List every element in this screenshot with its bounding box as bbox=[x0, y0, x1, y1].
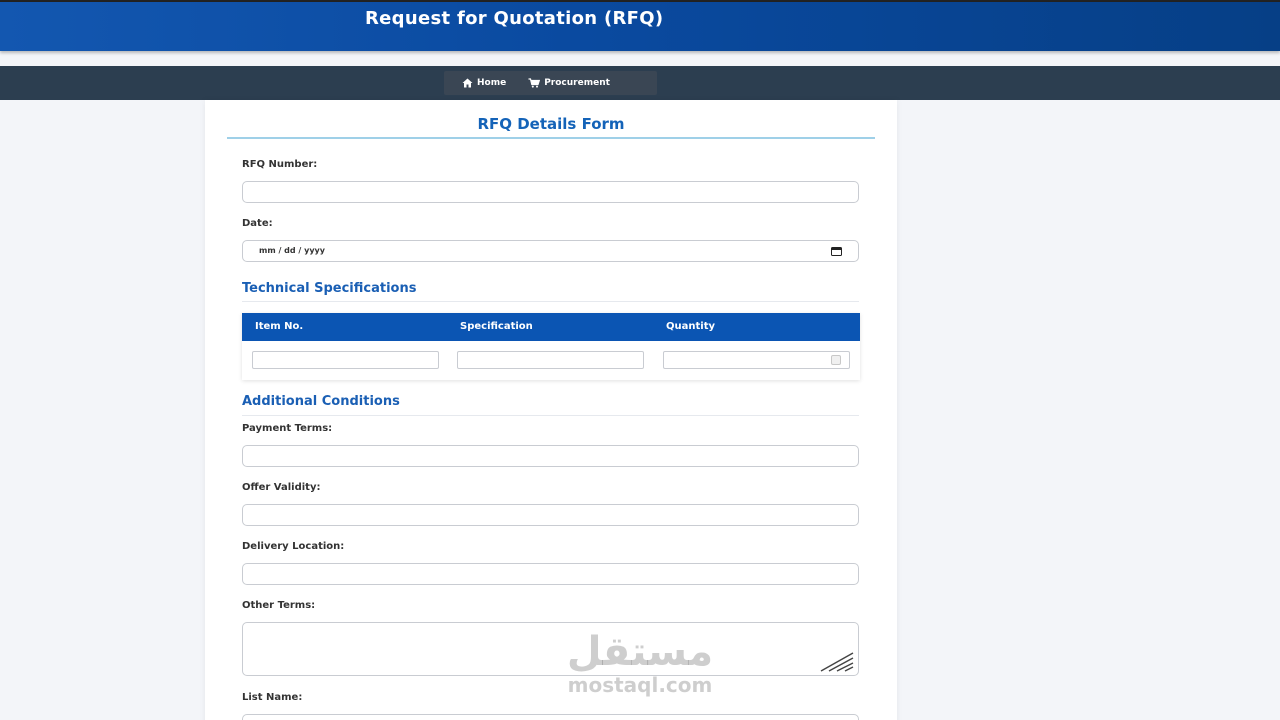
rfq-form-card: RFQ Details Form RFQ Number: Date: mm / … bbox=[205, 100, 897, 720]
other-terms-textarea[interactable] bbox=[242, 622, 859, 676]
date-label: Date: bbox=[242, 218, 273, 229]
quantity-input[interactable] bbox=[663, 351, 850, 369]
column-header-item-no: Item No. bbox=[255, 321, 304, 332]
payment-terms-label: Payment Terms: bbox=[242, 423, 333, 434]
delivery-location-label: Delivery Location: bbox=[242, 541, 345, 552]
nav-item-home-label: Home bbox=[477, 78, 507, 88]
list-name-label: List Name: bbox=[242, 692, 303, 703]
cart-icon bbox=[528, 78, 541, 88]
technical-section-title: Technical Specifications bbox=[242, 281, 417, 296]
spec-table: Item No. Specification Quantity bbox=[242, 313, 860, 380]
delivery-location-input[interactable] bbox=[242, 563, 859, 585]
page-header: Request for Quotation (RFQ) bbox=[0, 2, 1280, 51]
nav-group: Home Procurement bbox=[444, 71, 657, 95]
column-header-quantity: Quantity bbox=[666, 321, 715, 332]
watermark: مستقل mostaql.com bbox=[560, 630, 720, 696]
specification-input[interactable] bbox=[457, 351, 644, 369]
title-divider bbox=[227, 137, 875, 139]
rfq-number-input[interactable] bbox=[242, 181, 859, 203]
additional-section-divider bbox=[242, 415, 859, 416]
spec-table-header: Item No. Specification Quantity bbox=[242, 313, 860, 341]
column-header-specification: Specification bbox=[460, 321, 533, 332]
page-title: Request for Quotation (RFQ) bbox=[365, 8, 664, 29]
nav-item-procurement[interactable]: Procurement bbox=[528, 78, 610, 88]
date-input[interactable]: mm / dd / yyyy bbox=[242, 240, 859, 262]
date-placeholder: mm / dd / yyyy bbox=[259, 246, 325, 255]
offer-validity-label: Offer Validity: bbox=[242, 482, 321, 493]
nav-bar: Home Procurement bbox=[0, 66, 1280, 100]
watermark-latin: mostaql.com bbox=[567, 673, 713, 697]
technical-section-divider bbox=[242, 301, 859, 302]
item-no-input[interactable] bbox=[252, 351, 439, 369]
offer-validity-input[interactable] bbox=[242, 504, 859, 526]
other-terms-label: Other Terms: bbox=[242, 600, 316, 611]
nav-item-procurement-label: Procurement bbox=[544, 78, 610, 88]
home-icon bbox=[462, 78, 473, 88]
payment-terms-input[interactable] bbox=[242, 445, 859, 467]
watermark-arabic: مستقل bbox=[566, 629, 714, 675]
additional-section-title: Additional Conditions bbox=[242, 394, 400, 409]
nav-item-home[interactable]: Home bbox=[462, 78, 506, 88]
form-title: RFQ Details Form bbox=[477, 115, 625, 133]
calendar-icon[interactable] bbox=[831, 247, 842, 256]
quantity-spinner-icon[interactable] bbox=[831, 355, 841, 365]
rfq-number-label: RFQ Number: bbox=[242, 159, 318, 170]
resize-handle-icon[interactable] bbox=[819, 650, 855, 672]
list-name-input[interactable] bbox=[242, 714, 859, 720]
